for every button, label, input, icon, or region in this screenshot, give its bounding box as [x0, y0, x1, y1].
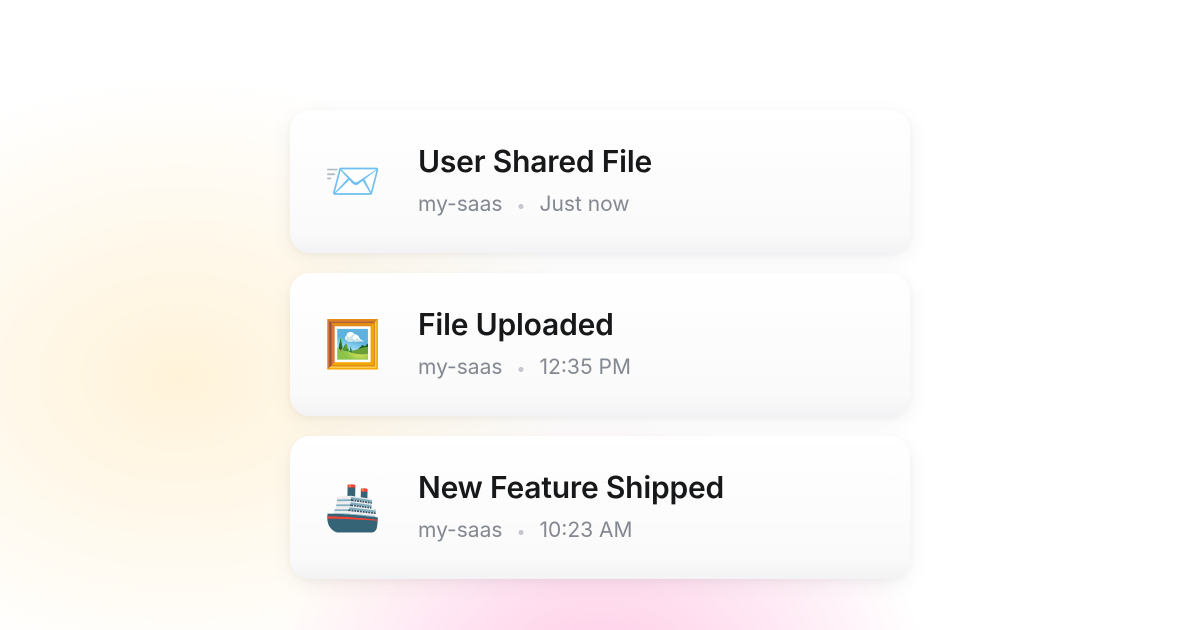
- notification-list: 📨 User Shared File my-saas • Just now 🖼️…: [290, 110, 910, 630]
- notification-time: 10:23 AM: [539, 518, 632, 543]
- incoming-envelope-icon: 📨: [324, 152, 382, 210]
- notification-source: my-saas: [418, 355, 502, 380]
- framed-picture-icon: 🖼️: [324, 315, 382, 373]
- notification-source: my-saas: [418, 192, 502, 217]
- notification-text: New Feature Shipped my-saas • 10:23 AM: [418, 470, 724, 543]
- notification-title: New Feature Shipped: [418, 470, 724, 506]
- notification-meta: my-saas • Just now: [418, 192, 652, 217]
- meta-separator: •: [516, 358, 525, 378]
- ship-icon: 🚢: [324, 478, 382, 536]
- notification-time: Just now: [539, 192, 629, 217]
- notification-card[interactable]: 📨 User Shared File my-saas • Just now: [290, 110, 910, 253]
- notification-meta: my-saas • 12:35 PM: [418, 355, 631, 380]
- notification-card[interactable]: 🚢 New Feature Shipped my-saas • 10:23 AM: [290, 436, 910, 579]
- notification-text: User Shared File my-saas • Just now: [418, 144, 652, 217]
- meta-separator: •: [516, 521, 525, 541]
- notification-time: 12:35 PM: [539, 355, 630, 380]
- meta-separator: •: [516, 195, 525, 215]
- notification-text: File Uploaded my-saas • 12:35 PM: [418, 307, 631, 380]
- notification-meta: my-saas • 10:23 AM: [418, 518, 724, 543]
- notification-title: User Shared File: [418, 144, 652, 180]
- notification-card[interactable]: 🖼️ File Uploaded my-saas • 12:35 PM: [290, 273, 910, 416]
- notification-title: File Uploaded: [418, 307, 631, 343]
- notification-source: my-saas: [418, 518, 502, 543]
